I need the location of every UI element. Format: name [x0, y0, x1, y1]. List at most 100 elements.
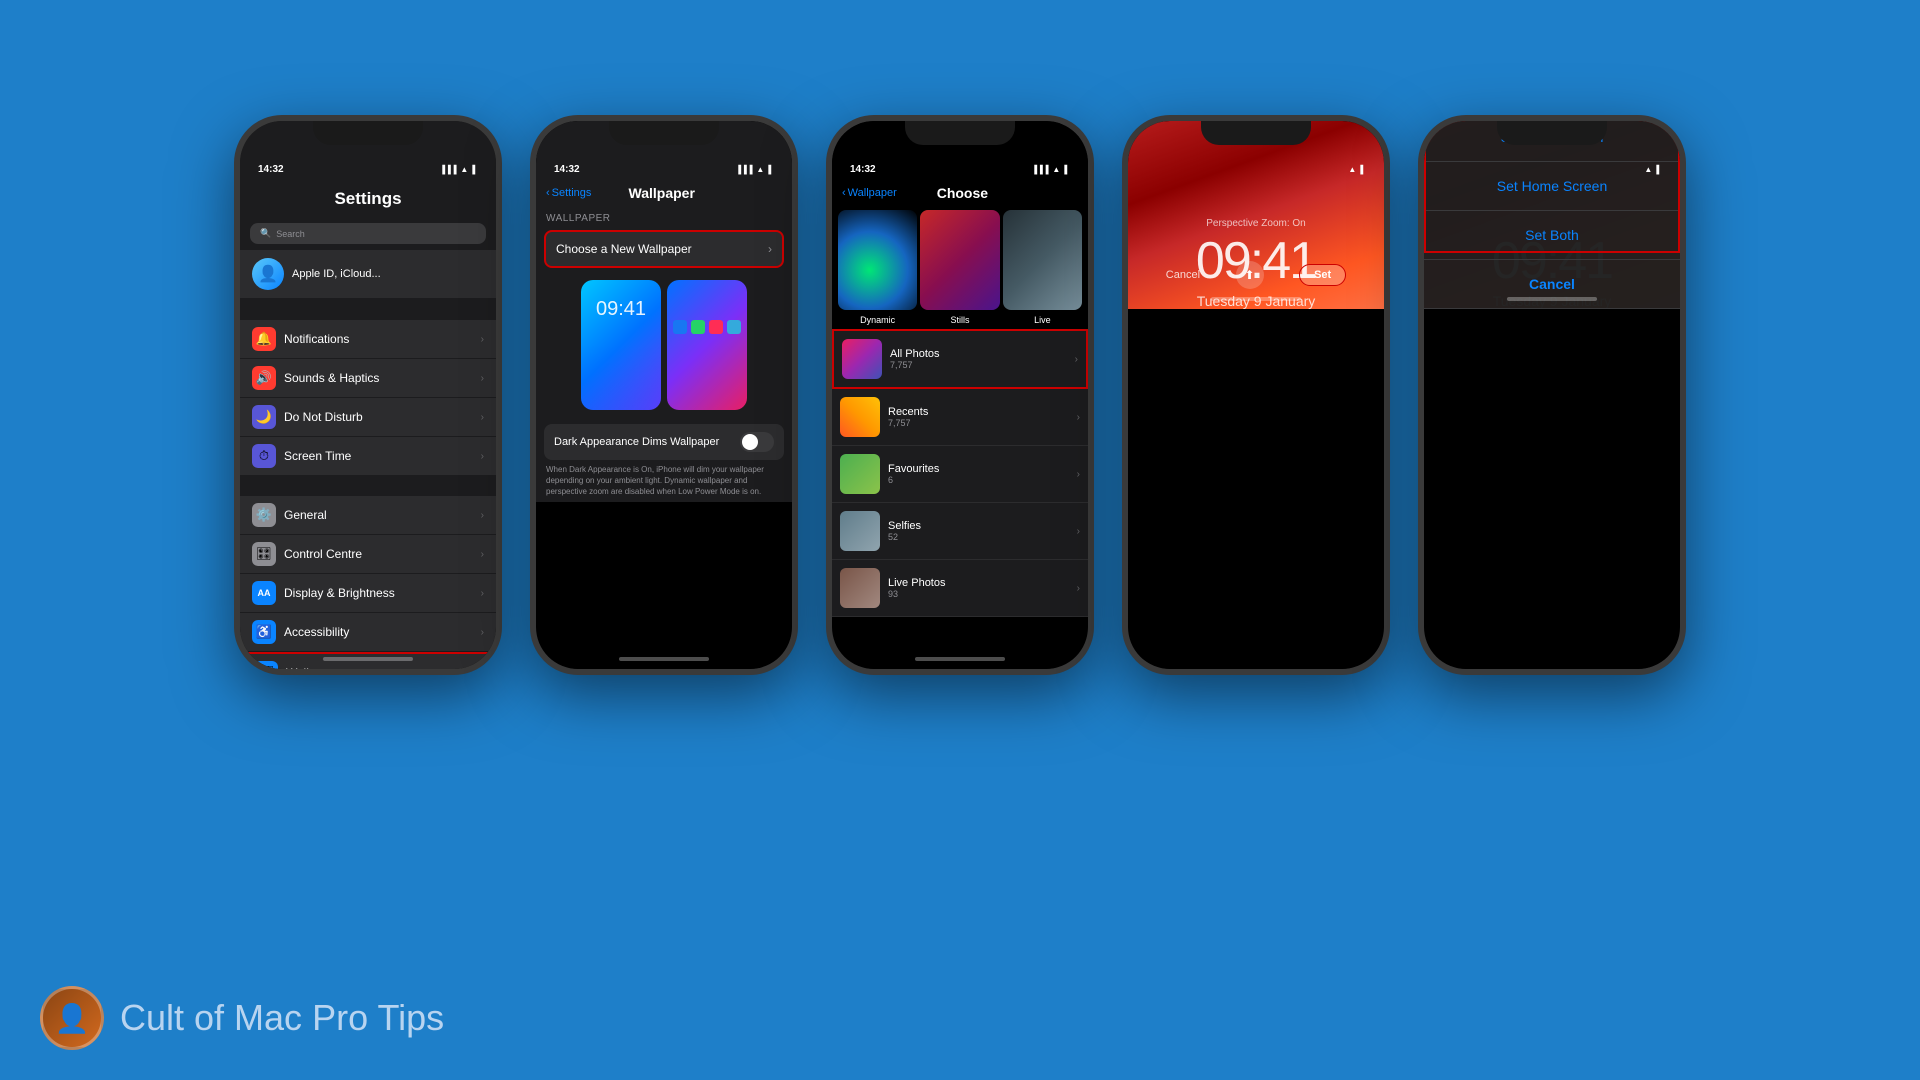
recents-info: Recents 7,757 — [888, 406, 1077, 428]
grid-stills[interactable] — [920, 210, 999, 310]
favourites-count: 6 — [888, 475, 1077, 485]
wallpaper-thumb-home — [667, 280, 747, 410]
settings-list-2: ⚙️ General › 🎛 Control Centre › AA Displ… — [240, 496, 496, 669]
recents-count: 7,757 — [888, 418, 1077, 428]
accessibility-icon: ♿ — [252, 620, 276, 644]
status-bar-4: ▲ ▌ — [1128, 151, 1384, 181]
chevron-icon-4: › — [481, 451, 484, 462]
choose-wallpaper-button[interactable]: Choose a New Wallpaper › — [544, 230, 784, 268]
branding: 👤 Cult of Mac Pro Tips — [40, 986, 444, 1050]
battery-icon-4: ▌ — [1360, 165, 1366, 174]
grid-label-dynamic: Dynamic — [838, 315, 917, 325]
settings-item-notifications[interactable]: 🔔 Notifications › — [240, 320, 496, 358]
notch-4 — [1201, 121, 1311, 145]
favourites-thumb — [840, 454, 880, 494]
screentime-label: Screen Time — [284, 449, 481, 463]
brand-text: Cult of Mac Pro Tips — [120, 997, 444, 1039]
signal-icon-2: ▐▐▐ — [735, 165, 752, 174]
dark-appearance-toggle[interactable] — [740, 432, 774, 452]
notch-5 — [1497, 121, 1607, 145]
notifications-icon: 🔔 — [252, 327, 276, 351]
profile-item[interactable]: 👤 Apple ID, iCloud... — [240, 250, 496, 298]
livephotos-chevron: › — [1077, 583, 1080, 594]
wifi-icon-3: ▲ — [1052, 165, 1060, 174]
settings-item-sounds[interactable]: 🔊 Sounds & Haptics › — [240, 359, 496, 397]
wallpaper-label: Wallpaper — [286, 666, 479, 669]
status-icons-5: ▲ ▌ — [1644, 165, 1662, 174]
settings-item-general[interactable]: ⚙️ General › — [240, 496, 496, 534]
wallpaper-preview: 09:41 — [536, 270, 792, 420]
livephotos-name: Live Photos — [888, 577, 1077, 589]
photo-list-item-selfies[interactable]: Selfies 52 › — [832, 503, 1088, 560]
phone-settings: 14:32 ▐▐▐ ▲ ▌ Settings 🔍 Search — [234, 115, 502, 675]
divider-2 — [240, 476, 496, 496]
dark-appearance-row[interactable]: Dark Appearance Dims Wallpaper — [544, 424, 784, 460]
photo-list-item-livephotos[interactable]: Live Photos 93 › — [832, 560, 1088, 617]
allphotos-chevron: › — [1075, 354, 1078, 365]
settings-item-control[interactable]: 🎛 Control Centre › — [240, 535, 496, 573]
back-button-3[interactable]: ‹ Wallpaper — [842, 187, 897, 199]
grid-dynamic[interactable] — [838, 210, 917, 310]
chevron-icon-3: › — [481, 412, 484, 423]
allphotos-name: All Photos — [890, 348, 1075, 360]
wallpaper-thumb-lock: 09:41 — [581, 280, 661, 410]
settings-item-dnd[interactable]: 🌙 Do Not Disturb › — [240, 398, 496, 436]
display-label: Display & Brightness — [284, 586, 481, 600]
phone-choose: 14:32 ▐▐▐ ▲ ▌ ‹ Wallpaper Choose — [826, 115, 1094, 675]
allphotos-thumb — [842, 339, 882, 379]
wallpaper-icon: 🖼 — [254, 661, 278, 669]
general-label: General — [284, 508, 481, 522]
chevron-icon-6: › — [481, 549, 484, 560]
set-bottom-bar: Cancel ⬆ Set — [1128, 261, 1384, 289]
status-icons-3: ▐▐▐ ▲ ▌ — [1031, 165, 1070, 174]
settings-item-accessibility[interactable]: ♿ Accessibility › — [240, 613, 496, 651]
back-label-3: Wallpaper — [848, 187, 897, 199]
lock-date-4: Tuesday 9 January — [1128, 293, 1384, 309]
photo-list-item-recents[interactable]: Recents 7,757 › — [832, 389, 1088, 446]
set-share-icon[interactable]: ⬆ — [1236, 261, 1264, 289]
set-both-button[interactable]: Set Both — [1424, 211, 1680, 260]
recents-chevron: › — [1077, 412, 1080, 423]
display-icon: AA — [252, 581, 276, 605]
divider-1 — [240, 300, 496, 320]
app-icon-2 — [691, 320, 705, 334]
grid-label-stills: Stills — [920, 315, 999, 325]
dnd-label: Do Not Disturb — [284, 410, 481, 424]
choose-wallpaper-label: Choose a New Wallpaper — [556, 242, 692, 256]
favourites-info: Favourites 6 — [888, 463, 1077, 485]
wallpaper-description: When Dark Appearance is On, iPhone will … — [536, 460, 792, 502]
signal-icon-3: ▐▐▐ — [1031, 165, 1048, 174]
sounds-label: Sounds & Haptics — [284, 371, 481, 385]
wifi-icon-5: ▲ — [1644, 165, 1652, 174]
home-indicator-2 — [619, 657, 709, 661]
chevron-icon-7: › — [481, 588, 484, 599]
search-icon: 🔍 — [260, 228, 271, 239]
status-bar-2: 14:32 ▐▐▐ ▲ ▌ — [536, 151, 792, 181]
brand-light: Pro Tips — [302, 997, 444, 1038]
set-button[interactable]: Set — [1299, 264, 1346, 286]
chevron-icon-5: › — [481, 510, 484, 521]
cancel-set-button[interactable]: Cancel — [1424, 260, 1680, 309]
choose-wallpaper-chevron: › — [768, 242, 772, 256]
phones-container: 14:32 ▐▐▐ ▲ ▌ Settings 🔍 Search — [0, 0, 1920, 730]
settings-item-display[interactable]: AA Display & Brightness › — [240, 574, 496, 612]
photo-list-item-allphotos[interactable]: All Photos 7,757 › — [832, 329, 1088, 389]
grid-label-live: Live — [1003, 315, 1082, 325]
back-button-2[interactable]: ‹ Settings — [546, 187, 591, 199]
brand-avatar: 👤 — [40, 986, 104, 1050]
settings-item-screentime[interactable]: ⏱ Screen Time › — [240, 437, 496, 475]
nav-bar-3: ‹ Wallpaper Choose — [832, 181, 1088, 207]
favourites-chevron: › — [1077, 469, 1080, 480]
livephotos-info: Live Photos 93 — [888, 577, 1077, 599]
signal-icon: ▐▐▐ — [439, 165, 456, 174]
grid-live[interactable] — [1003, 210, 1082, 310]
photo-list-item-favourites[interactable]: Favourites 6 › — [832, 446, 1088, 503]
set-cancel-button[interactable]: Cancel — [1166, 269, 1200, 281]
back-chevron-2: ‹ — [546, 187, 550, 199]
notch-3 — [905, 121, 1015, 145]
settings-list: 🔔 Notifications › 🔊 Sounds & Haptics › 🌙… — [240, 320, 496, 476]
notifications-label: Notifications — [284, 332, 481, 346]
back-label-2: Settings — [552, 187, 592, 199]
allphotos-info: All Photos 7,757 — [890, 348, 1075, 370]
search-bar[interactable]: 🔍 Search — [250, 223, 486, 244]
